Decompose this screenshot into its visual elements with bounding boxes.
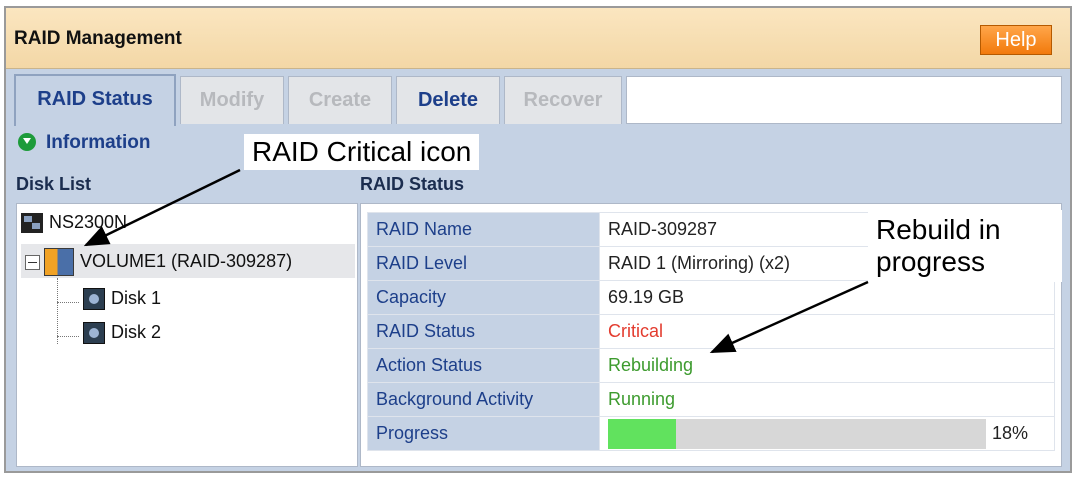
disk-list-panel: NS2300N VOLUME1 (RAID-309287) Disk 1 Dis… xyxy=(16,203,358,467)
tree-connector xyxy=(57,336,79,337)
tree-connector xyxy=(57,278,58,344)
disk-label: Disk 1 xyxy=(111,288,162,308)
background-activity-value: Running xyxy=(599,382,1055,417)
tab-recover[interactable]: Recover xyxy=(504,76,622,124)
volume-label: VOLUME1 (RAID-309287) xyxy=(80,251,293,271)
row-label: RAID Name xyxy=(367,212,600,247)
table-row: RAID Status Critical xyxy=(367,314,1055,349)
disk-label: Disk 2 xyxy=(111,322,162,342)
row-label: RAID Level xyxy=(367,246,600,281)
disk-list-header: Disk List xyxy=(16,174,356,200)
row-label: Background Activity xyxy=(367,382,600,417)
row-label: RAID Status xyxy=(367,314,600,349)
title-bar: RAID Management Help xyxy=(6,8,1070,69)
progress-percent: 18% xyxy=(992,423,1029,443)
server-icon xyxy=(21,213,43,234)
raid-status-header: RAID Status xyxy=(360,174,1060,200)
progress-cell: 18% xyxy=(599,416,1055,451)
table-row: Action Status Rebuilding xyxy=(367,348,1055,383)
row-label: Progress xyxy=(367,416,600,451)
tree-node-disk-1[interactable]: Disk 1 xyxy=(83,288,162,311)
table-row: Background Activity Running xyxy=(367,382,1055,417)
disk-icon xyxy=(83,322,105,345)
progress-bar xyxy=(608,418,986,449)
progress-bar-fill xyxy=(608,418,677,449)
tree-node-disk-2[interactable]: Disk 2 xyxy=(83,322,162,345)
action-status-value: Rebuilding xyxy=(599,348,1055,383)
tab-strip: RAID Status Modify Create Delete Recover xyxy=(6,70,1070,126)
table-row: Capacity 69.19 GB xyxy=(367,280,1055,315)
collapse-icon[interactable] xyxy=(25,254,40,270)
window-title: RAID Management xyxy=(14,28,182,49)
callout-rebuild: Rebuild in progress xyxy=(868,210,1062,282)
tab-strip-filler xyxy=(626,76,1062,124)
information-toggle[interactable]: Information xyxy=(18,132,151,162)
information-label: Information xyxy=(46,132,151,153)
callout-critical-icon: RAID Critical icon xyxy=(244,134,480,170)
capacity-value: 69.19 GB xyxy=(599,280,1055,315)
tab-raid-status[interactable]: RAID Status xyxy=(14,74,176,126)
disk-icon xyxy=(83,288,105,311)
tree-connector xyxy=(57,302,79,303)
row-label: Capacity xyxy=(367,280,600,315)
tree-node-server[interactable]: NS2300N xyxy=(21,212,128,234)
server-label: NS2300N xyxy=(49,212,128,232)
table-row: Progress 18% xyxy=(367,416,1055,451)
raid-critical-icon xyxy=(44,248,74,277)
tab-create[interactable]: Create xyxy=(288,76,392,124)
tree-node-volume[interactable]: VOLUME1 (RAID-309287) xyxy=(21,244,355,278)
raid-status-value: Critical xyxy=(599,314,1055,349)
expand-down-icon xyxy=(18,133,36,151)
help-button[interactable]: Help xyxy=(980,25,1052,55)
tab-modify[interactable]: Modify xyxy=(180,76,284,124)
row-label: Action Status xyxy=(367,348,600,383)
tab-delete[interactable]: Delete xyxy=(396,76,500,124)
